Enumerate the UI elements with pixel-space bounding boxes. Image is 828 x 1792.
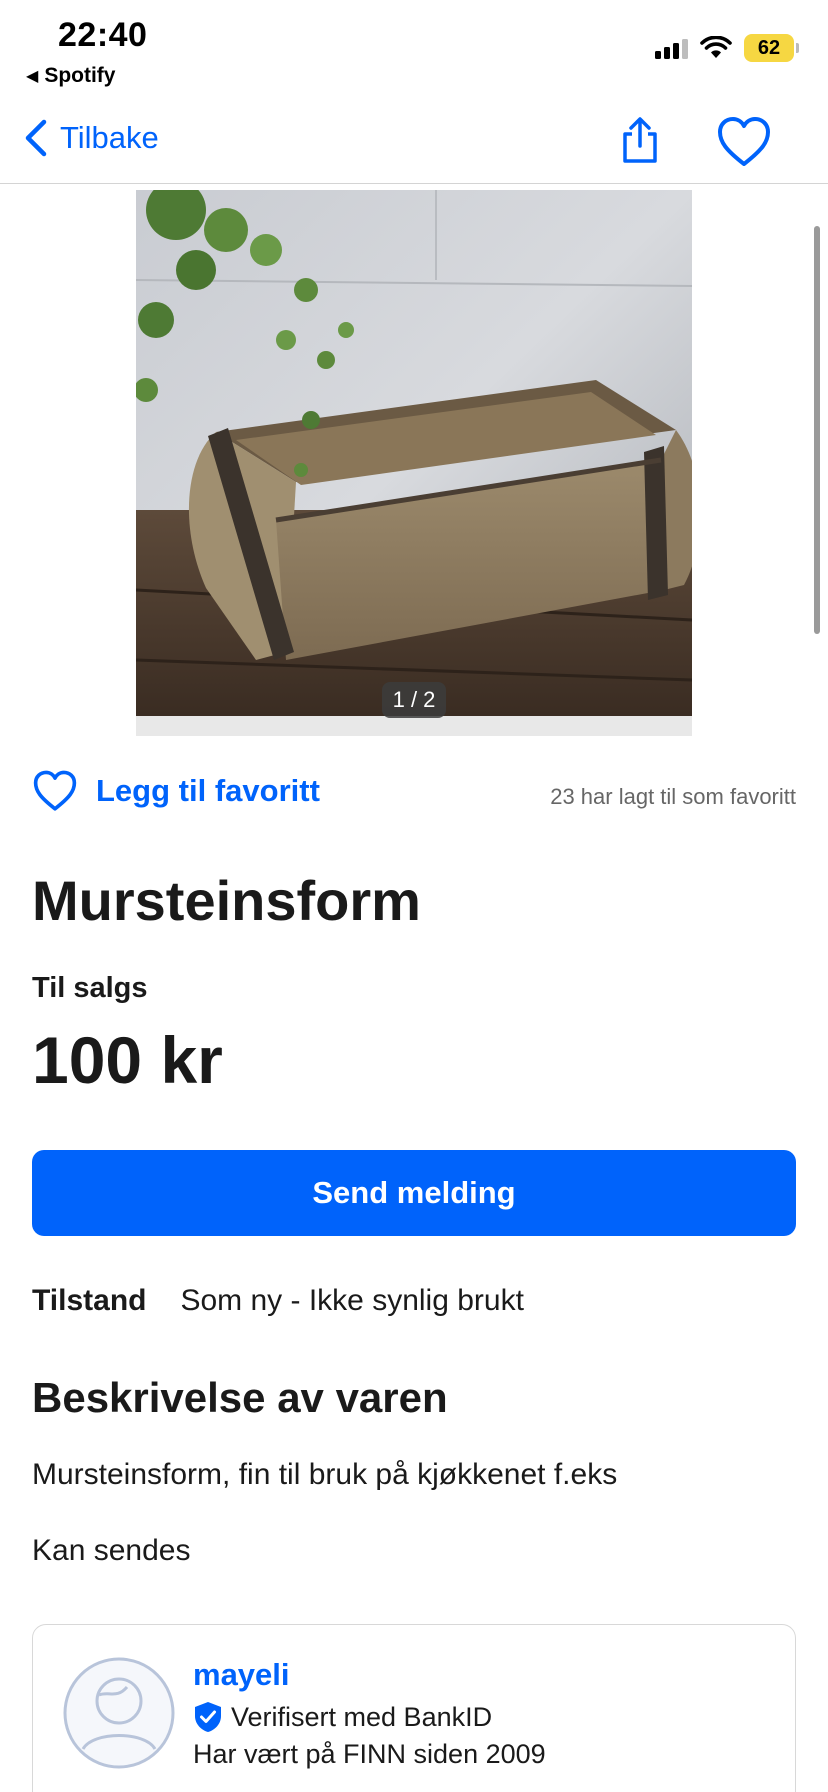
verified-badge-icon: [195, 1702, 221, 1732]
heart-outline-icon: [718, 117, 770, 166]
description-line: Kan sendes: [32, 1534, 191, 1567]
avatar[interactable]: [63, 1657, 175, 1769]
condition-row: Tilstand Som ny - Ikke synlig brukt: [32, 1284, 524, 1318]
nav-bar: Tilbake: [0, 100, 828, 184]
send-message-button[interactable]: Send melding: [32, 1150, 796, 1236]
condition-label: Tilstand: [32, 1284, 147, 1317]
description-heading: Beskrivelse av varen: [32, 1374, 448, 1421]
add-favorite-button[interactable]: Legg til favoritt: [32, 770, 320, 812]
seller-name-link[interactable]: mayeli: [193, 1657, 290, 1693]
favorite-count: 23 har lagt til som favoritt: [550, 784, 796, 809]
status-icons: 62: [655, 34, 799, 62]
status-time: 22:40: [58, 16, 148, 54]
back-to-app-link[interactable]: ◀ Spotify: [26, 64, 115, 88]
listing-price: 100 kr: [32, 1023, 223, 1097]
battery-indicator: 62: [744, 34, 799, 62]
image-gallery[interactable]: 1 / 2: [136, 190, 692, 736]
wifi-icon: [700, 36, 732, 58]
back-label: Tilbake: [60, 120, 159, 155]
listing-title: Mursteinsform: [32, 869, 421, 932]
seller-card[interactable]: mayeli Verifisert med BankID Har vært på…: [32, 1624, 796, 1792]
favorite-button[interactable]: [716, 116, 772, 168]
verified-row: Verifisert med BankID: [193, 1701, 492, 1733]
back-button[interactable]: Tilbake: [22, 118, 159, 158]
share-button[interactable]: [616, 116, 664, 164]
chevron-left-icon: [25, 119, 47, 157]
image-counter: 1 / 2: [382, 682, 446, 718]
sale-type: Til salgs: [32, 972, 148, 1004]
back-app-label: Spotify: [44, 64, 116, 87]
favorite-row: Legg til favoritt 23 har lagt til som fa…: [32, 770, 796, 822]
verified-text: Verifisert med BankID: [231, 1701, 493, 1732]
listing-photo[interactable]: [136, 190, 692, 716]
status-bar: 22:40 ◀ Spotify 62: [0, 0, 828, 100]
add-favorite-label: Legg til favoritt: [96, 773, 320, 808]
share-icon: [623, 117, 657, 163]
scroll-indicator: [814, 226, 820, 634]
cellular-signal-icon: [655, 37, 688, 59]
member-since: Har vært på FINN siden 2009: [193, 1739, 546, 1769]
back-triangle-icon: ◀: [26, 68, 39, 85]
heart-outline-icon: [33, 770, 77, 811]
description-line: Mursteinsform, fin til bruk på kjøkkenet…: [32, 1458, 618, 1491]
condition-value: Som ny - Ikke synlig brukt: [180, 1284, 524, 1317]
